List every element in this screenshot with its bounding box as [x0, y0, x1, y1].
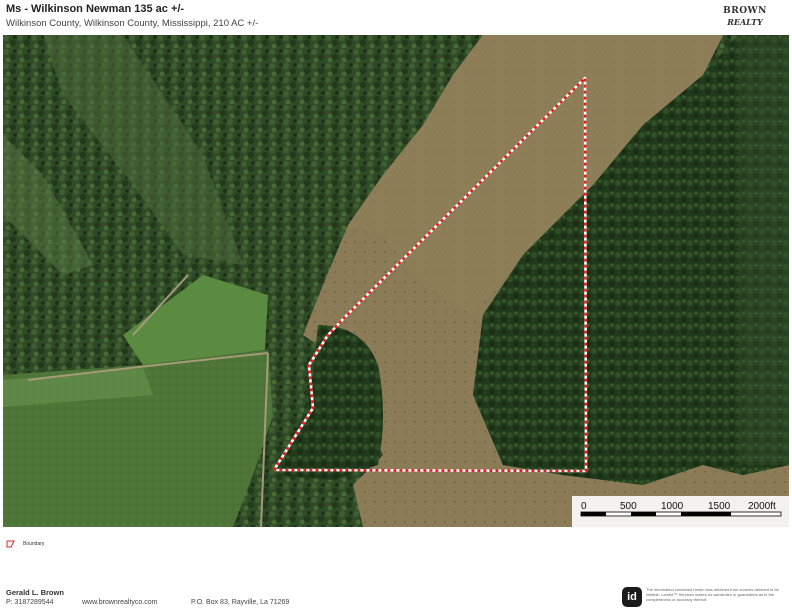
scale-label: 500 [620, 501, 637, 512]
aerial-map[interactable]: 0 500 1000 1500 2000ft [3, 35, 789, 527]
page-subtitle: Wilkinson County, Wilkinson County, Miss… [6, 18, 259, 29]
legend-label: Boundary [23, 541, 45, 547]
scale-label: 1500 [708, 501, 731, 512]
scale-label: 2000ft [748, 501, 776, 512]
scale-bar: 0 500 1000 1500 2000ft [572, 496, 789, 527]
imagery-seam [739, 35, 789, 465]
agent-phone: P: 3187289544 [6, 599, 54, 606]
agent-address: P.O. Box 83, Rayville, La 71269 [191, 599, 290, 606]
agent-website[interactable]: www.brownrealtyco.com [82, 599, 157, 606]
scale-label: 0 [581, 501, 587, 512]
landid-logo-icon: id [622, 587, 642, 607]
brown-realty-logo: BROWN REALTY [723, 6, 767, 27]
disclaimer-text: The information contained herein was obt… [646, 587, 779, 602]
map-header: Ms - Wilkinson Newman 135 ac +/- Wilkins… [6, 3, 258, 29]
page-title: Ms - Wilkinson Newman 135 ac +/- [6, 3, 185, 15]
boundary-legend-icon [6, 540, 15, 548]
map-legend: Boundary [6, 540, 44, 548]
scale-label: 1000 [661, 501, 684, 512]
agent-name: Gerald L. Brown [6, 588, 64, 597]
